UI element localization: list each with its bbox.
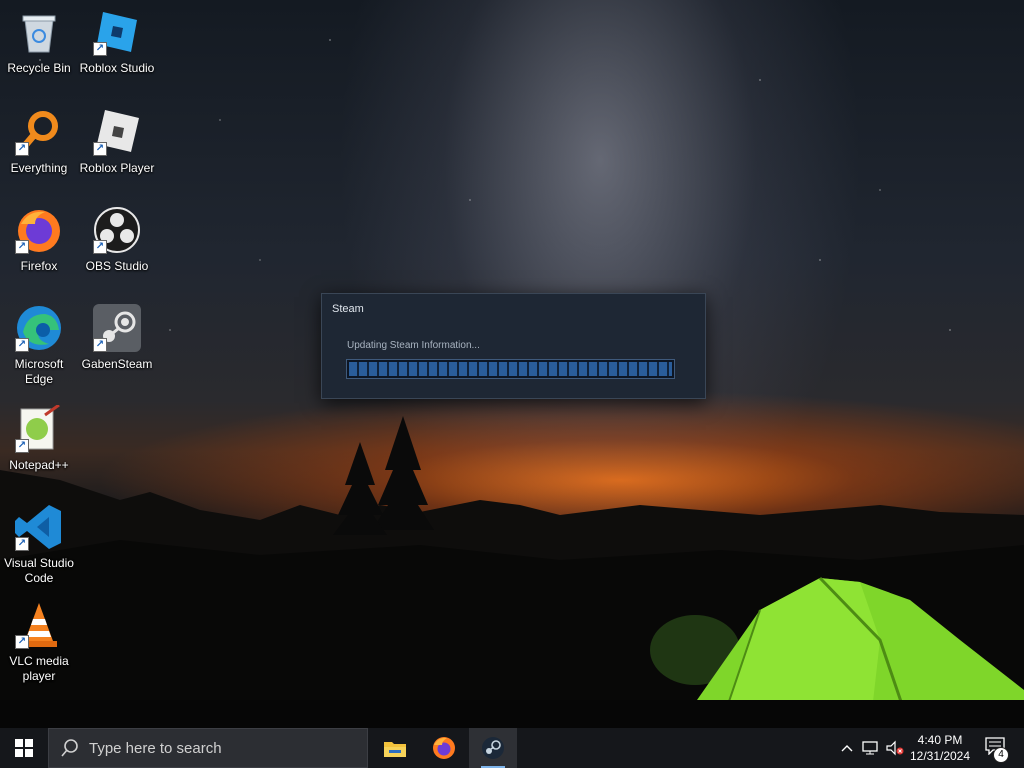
search-placeholder: Type here to search bbox=[89, 739, 222, 757]
clock-time: 4:40 PM bbox=[917, 733, 963, 747]
desktop-icon-label: Notepad++ bbox=[9, 458, 69, 472]
firefox-icon: ↗ bbox=[15, 206, 63, 254]
search-icon bbox=[61, 739, 78, 757]
windows-logo-icon bbox=[15, 739, 33, 757]
edge-icon: ↗ bbox=[15, 304, 63, 352]
desktop-icon-vscode[interactable]: ↗ Visual Studio Code bbox=[1, 503, 77, 586]
dialog-status-text: Updating Steam Information... bbox=[347, 340, 480, 351]
desktop-icon-recycle-bin[interactable]: Recycle Bin bbox=[1, 8, 77, 76]
dialog-title: Steam bbox=[332, 303, 364, 315]
shortcut-arrow-icon: ↗ bbox=[93, 142, 107, 156]
clock-date: 12/31/2024 bbox=[909, 749, 971, 763]
desktop-icon-label: GabenSteam bbox=[81, 357, 153, 371]
network-icon bbox=[862, 741, 878, 755]
volume-tray-button[interactable] bbox=[884, 728, 906, 768]
roblox-studio-icon: ↗ bbox=[93, 8, 141, 56]
desktop-icon-roblox-player[interactable]: ↗ Roblox Player bbox=[79, 108, 155, 176]
action-center-button[interactable]: 4 bbox=[980, 728, 1010, 768]
steam-icon bbox=[482, 737, 504, 759]
shortcut-arrow-icon: ↗ bbox=[15, 240, 29, 254]
network-tray-button[interactable] bbox=[860, 728, 882, 768]
progress-fill bbox=[349, 362, 672, 376]
desktop-icon-everything[interactable]: ↗ Everything bbox=[1, 108, 77, 176]
file-explorer-icon bbox=[384, 742, 406, 757]
taskbar-search-box[interactable]: Type here to search bbox=[48, 728, 368, 768]
taskbar-clock[interactable]: 4:40 PM 12/31/2024 bbox=[904, 732, 976, 764]
desktop-icon-label: VLC media player bbox=[9, 654, 69, 683]
desktop-icon-roblox-studio[interactable]: ↗ Roblox Studio bbox=[79, 8, 155, 76]
taskbar-firefox[interactable] bbox=[420, 728, 468, 768]
steam-update-dialog[interactable]: Steam Updating Steam Information... bbox=[321, 293, 706, 399]
everything-search-icon: ↗ bbox=[15, 108, 63, 156]
steam-icon: ↗ bbox=[93, 304, 141, 352]
taskbar: Type here to search 4:40 PM 12/31/2024 4 bbox=[0, 728, 1024, 768]
start-button[interactable] bbox=[0, 728, 48, 768]
obs-studio-icon: ↗ bbox=[93, 206, 141, 254]
roblox-player-icon: ↗ bbox=[93, 108, 141, 156]
desktop-icon-notepadpp[interactable]: ↗ Notepad++ bbox=[1, 403, 77, 473]
desktop-icon-obs-studio[interactable]: ↗ OBS Studio bbox=[79, 206, 155, 274]
desktop-icon-vlc[interactable]: ↗ VLC media player bbox=[1, 601, 77, 684]
shortcut-arrow-icon: ↗ bbox=[15, 537, 29, 551]
taskbar-steam[interactable] bbox=[469, 728, 517, 768]
desktop-icon-label: Microsoft Edge bbox=[14, 357, 64, 386]
chevron-up-icon bbox=[841, 745, 853, 752]
shortcut-arrow-icon: ↗ bbox=[15, 142, 29, 156]
shortcut-arrow-icon: ↗ bbox=[93, 338, 107, 352]
desktop-icon-label: OBS Studio bbox=[85, 259, 149, 273]
shortcut-arrow-icon: ↗ bbox=[15, 338, 29, 352]
desktop-icon-label: Firefox bbox=[20, 259, 58, 273]
vlc-icon: ↗ bbox=[15, 601, 63, 649]
update-progress-bar bbox=[346, 359, 675, 379]
shortcut-arrow-icon: ↗ bbox=[93, 42, 107, 56]
vscode-icon: ↗ bbox=[15, 503, 63, 551]
desktop-icon-firefox[interactable]: ↗ Firefox bbox=[1, 206, 77, 274]
recycle-bin-icon bbox=[15, 8, 63, 56]
desktop-icon-microsoft-edge[interactable]: ↗ Microsoft Edge bbox=[1, 304, 77, 387]
desktop-icon-label: Recycle Bin bbox=[7, 61, 71, 75]
shortcut-arrow-icon: ↗ bbox=[93, 240, 107, 254]
volume-muted-icon bbox=[886, 740, 904, 756]
desktop-icon-label: Roblox Player bbox=[79, 161, 155, 175]
taskbar-file-explorer[interactable] bbox=[371, 728, 419, 768]
desktop-icon-label: Visual Studio Code bbox=[4, 556, 74, 585]
desktop[interactable]: Recycle Bin ↗ Everything ↗ Firefox ↗ Mic… bbox=[0, 0, 1024, 728]
desktop-icon-gabensteam[interactable]: ↗ GabenSteam bbox=[79, 304, 155, 372]
desktop-icon-label: Everything bbox=[10, 161, 68, 175]
firefox-icon bbox=[433, 737, 455, 759]
desktop-icon-label: Roblox Studio bbox=[79, 61, 155, 75]
notepadpp-icon: ↗ bbox=[15, 403, 63, 453]
shortcut-arrow-icon: ↗ bbox=[15, 439, 29, 453]
notification-count-badge: 4 bbox=[993, 746, 1009, 763]
show-hidden-icons-button[interactable] bbox=[838, 728, 856, 768]
shortcut-arrow-icon: ↗ bbox=[15, 635, 29, 649]
